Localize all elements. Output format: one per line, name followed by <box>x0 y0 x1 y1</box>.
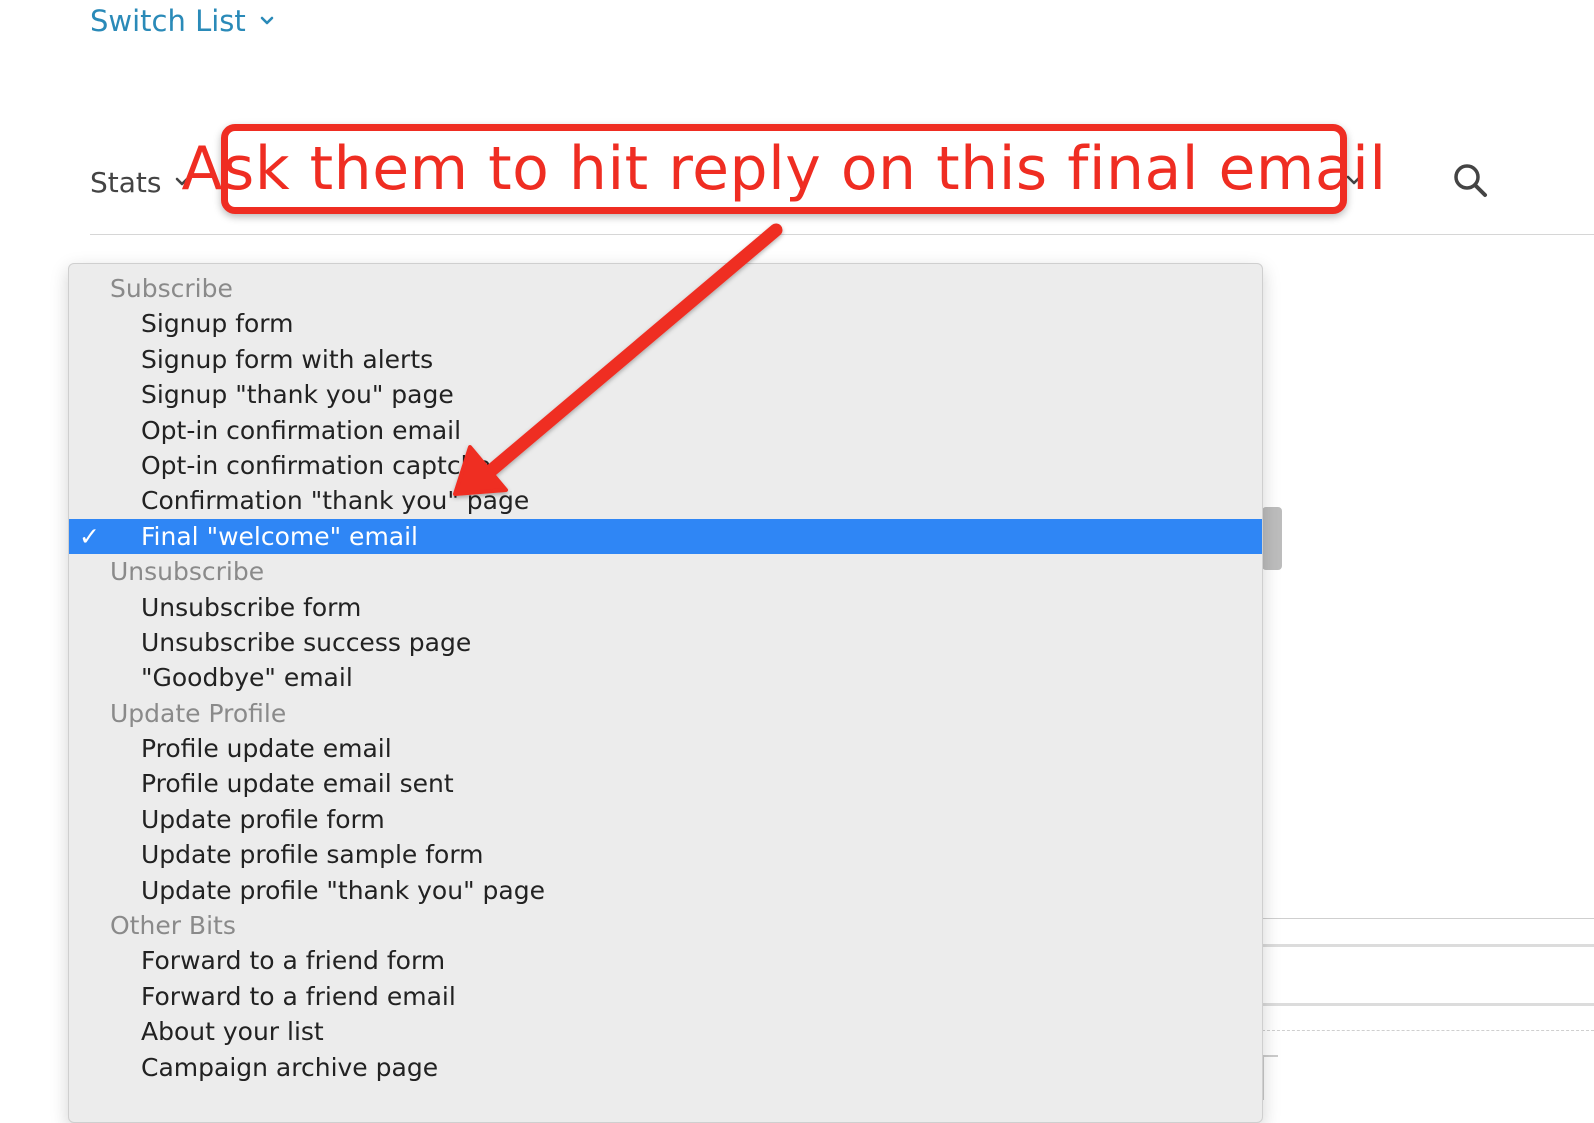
background-divider <box>1262 918 1594 919</box>
menu-item-label: Unsubscribe form <box>141 592 362 622</box>
menu-group-header: Unsubscribe <box>110 557 265 587</box>
menu-item[interactable]: Opt-in confirmation email <box>69 413 1262 448</box>
menu-item-label: Final "welcome" email <box>141 521 419 551</box>
menu-item[interactable]: Unsubscribe form <box>69 590 1262 625</box>
menu-item-label: Campaign archive page <box>141 1052 439 1082</box>
menu-item[interactable]: Campaign archive page <box>69 1050 1262 1085</box>
background-box <box>1262 1055 1278 1100</box>
menu-item[interactable]: Opt-in confirmation captcha <box>69 448 1262 483</box>
menu-group-header: Update Profile <box>110 698 287 728</box>
toolbar-divider <box>90 234 1594 235</box>
form-type-dropdown-menu[interactable]: Subscribe Signup form Signup form with ale… <box>68 263 1263 1123</box>
menu-item-selected[interactable]: ✓ Final "welcome" email <box>69 518 1262 555</box>
menu-group-header: Subscribe <box>110 274 233 303</box>
menu-item-label: Update profile "thank you" page <box>141 875 545 905</box>
menu-item-label: Opt-in confirmation email <box>141 415 462 445</box>
checkmark-icon: ✓ <box>79 521 100 551</box>
menu-item-label: Confirmation "thank you" page <box>141 486 530 516</box>
menu-item[interactable]: Forward to a friend email <box>69 979 1262 1014</box>
menu-group-header: Other Bits <box>110 911 236 941</box>
menu-item-label: Signup form with alerts <box>141 344 434 374</box>
menu-item-label: Forward to a friend email <box>141 981 456 1011</box>
menu-item[interactable]: Forward to a friend form <box>69 943 1262 978</box>
menu-item-label: Forward to a friend form <box>141 946 446 976</box>
menu-item-label: Signup "thank you" page <box>141 380 454 410</box>
menu-item-label: Signup form <box>141 309 294 339</box>
menu-item[interactable]: Unsubscribe success page <box>69 625 1262 660</box>
menu-item[interactable]: Confirmation "thank you" page <box>69 483 1262 518</box>
background-divider <box>1262 1030 1594 1032</box>
menu-item[interactable]: Signup "thank you" page <box>69 377 1262 412</box>
chevron-down-icon <box>260 16 274 25</box>
menu-item[interactable]: Update profile "thank you" page <box>69 873 1262 908</box>
menu-item-label: Opt-in confirmation captcha <box>141 450 492 480</box>
stats-menu-button[interactable]: Stats <box>90 162 189 202</box>
menu-item-label: Profile update email <box>141 734 392 764</box>
menu-item-label: "Goodbye" email <box>141 663 353 693</box>
annotation-callout: Ask them to hit reply on this final emai… <box>182 124 1386 214</box>
menu-item[interactable]: Update profile sample form <box>69 837 1262 872</box>
menu-item-label: About your list <box>141 1017 324 1047</box>
background-divider <box>1262 1003 1594 1006</box>
stats-label: Stats <box>90 165 162 199</box>
menu-item-label: Profile update email sent <box>141 769 454 799</box>
background-divider <box>1262 944 1594 947</box>
menu-item[interactable]: Signup form <box>69 306 1262 341</box>
annotation-callout-text: Ask them to hit reply on this final emai… <box>181 134 1387 204</box>
menu-item[interactable]: Profile update email <box>69 731 1262 766</box>
menu-item-label: Update profile form <box>141 804 385 834</box>
menu-item-label: Update profile sample form <box>141 840 484 870</box>
menu-item[interactable]: Update profile form <box>69 802 1262 837</box>
menu-item-label: Unsubscribe success page <box>141 627 472 657</box>
menu-item[interactable]: About your list <box>69 1014 1262 1049</box>
menu-item[interactable]: Profile update email sent <box>69 766 1262 801</box>
menu-item[interactable]: "Goodbye" email <box>69 660 1262 695</box>
switch-list-link[interactable]: Switch List <box>90 3 274 39</box>
background-scrollbar-thumb <box>1262 507 1282 570</box>
menu-item[interactable]: Signup form with alerts <box>69 342 1262 377</box>
switch-list-label: Switch List <box>90 4 246 38</box>
search-icon[interactable] <box>1450 160 1490 200</box>
